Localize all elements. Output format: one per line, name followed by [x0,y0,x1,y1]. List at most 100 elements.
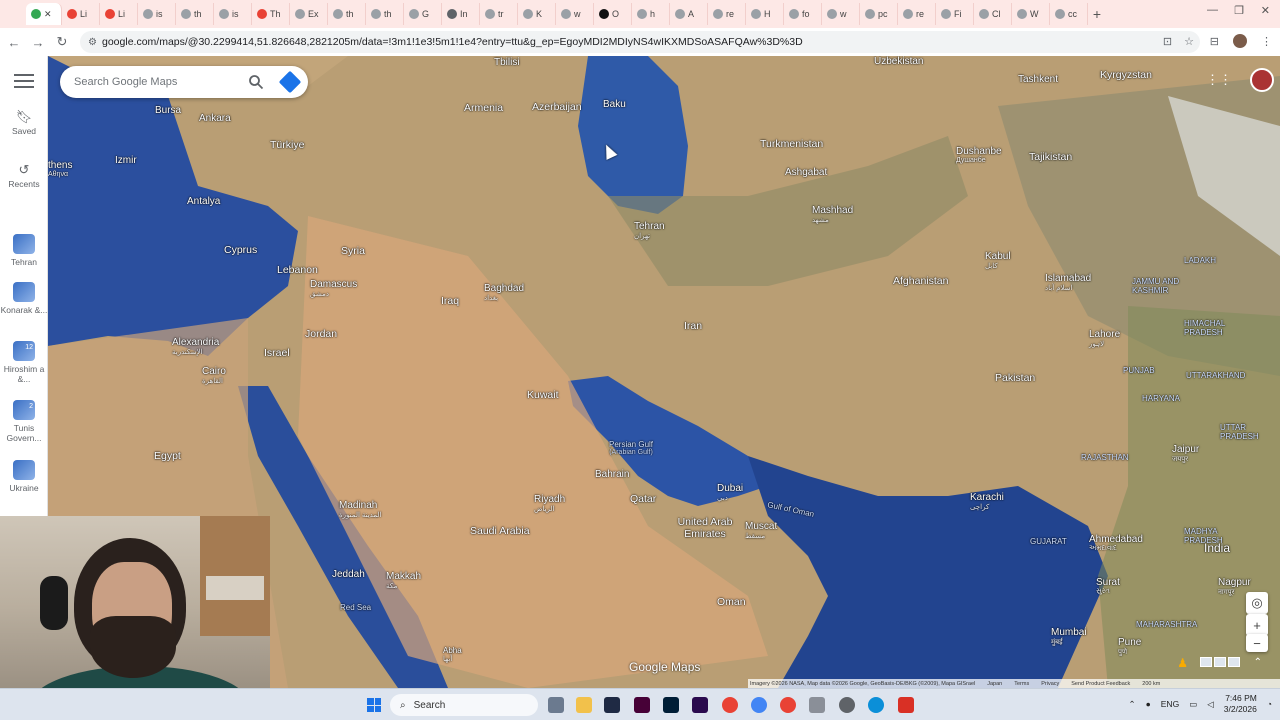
map-label-country[interactable]: Pakistan [995,372,1035,384]
map-label-country[interactable]: Oman [717,596,746,608]
japan-link[interactable]: Japan [987,681,1002,687]
map-label-region[interactable]: JAMMU AND KASHMIR [1132,277,1212,295]
privacy-link[interactable]: Privacy [1041,681,1059,687]
map-label-country[interactable]: Lebanon [277,264,318,276]
map-label-region[interactable]: PUNJAB [1123,366,1155,375]
map-label-city[interactable]: Islamabad اسلام آباد [1045,273,1091,292]
map-label-city[interactable]: Cairo القاهرة [202,366,226,385]
recent-item[interactable]: Tehran [0,234,48,267]
pegman-icon[interactable]: ♟ [1177,656,1188,670]
browser-tab[interactable]: O [594,3,632,25]
terms-link[interactable]: Terms [1014,681,1029,687]
map-label-city[interactable]: Mumbai मुंबई [1051,627,1087,647]
map-label-city[interactable]: Bahrain [595,469,629,480]
map-label-country[interactable]: Israel [264,347,290,359]
map-label-city[interactable]: Tashkent [1018,74,1058,85]
settings-icon[interactable] [839,697,855,713]
map-label-city[interactable]: Dubai دبي [717,483,743,502]
map-label-region[interactable]: LADAKH [1184,256,1216,265]
map-label-city[interactable]: Abha أبها [443,646,462,663]
scale-bar[interactable]: 200 km [1142,681,1160,687]
language-indicator[interactable]: ENG [1161,699,1179,709]
map-label-city[interactable]: Pune पुणे [1118,637,1141,657]
map-label-country[interactable]: Kuwait [527,389,559,401]
map-label-region[interactable]: HARYANA [1142,394,1180,403]
map-label-city[interactable]: Tbilisi [494,57,520,68]
map-label-country[interactable]: Afghanistan [893,275,948,287]
map-label-region[interactable]: RAJASTHAN [1081,453,1129,462]
map-label-country[interactable]: Jordan [305,328,337,340]
edge-icon[interactable] [868,697,884,713]
map-label-city[interactable]: Antalya [187,196,220,207]
map-label-city[interactable]: Lahore لاہور [1089,329,1120,348]
map-label-region[interactable]: MAHARASHTRA [1136,620,1197,629]
recent-item[interactable]: 2 Tunis Govern... [0,400,48,443]
map-label-sea[interactable]: Persian Gulf (Arabian Gulf) [609,440,653,456]
map-label-city[interactable]: Dushanbe Душанбе [956,146,1002,164]
map-label-city[interactable]: thens Αθηνα [48,160,72,178]
browser-tab[interactable]: In [442,3,480,25]
browser-tab[interactable]: Li [62,3,100,25]
layer-thumb[interactable] [1228,657,1240,667]
taskbar-search[interactable]: ⌕ Search [390,694,538,716]
profile-avatar[interactable] [1233,34,1247,48]
browser-tab[interactable]: th [328,3,366,25]
chrome-profile-2-icon[interactable] [780,697,796,713]
browser-tab[interactable]: G [404,3,442,25]
map-label-city[interactable]: Baghdad بغداد [484,283,524,302]
map-label-city[interactable]: Baku [603,99,626,110]
microphone-icon[interactable]: ● [1146,699,1151,709]
task-view-icon[interactable] [548,697,564,713]
bookmark-star-icon[interactable]: ☆ [1184,35,1194,48]
browser-tab[interactable]: W [1012,3,1050,25]
terminal-icon[interactable] [604,697,620,713]
map-label-city[interactable]: Ahmedabad અમદાવાદ [1089,534,1143,553]
notification-bell-icon[interactable]: ◔ [1267,699,1272,709]
map-label-city[interactable]: Tehran تهران [634,221,665,240]
map-label-country[interactable]: Syria [341,245,365,257]
my-location-icon[interactable]: ◎ [1246,592,1268,614]
browser-tab[interactable]: th [176,3,214,25]
layer-thumb[interactable] [1200,657,1212,667]
clock[interactable]: 7:46 PM 3/2/2026 [1224,693,1257,715]
minimize-icon[interactable]: — [1207,4,1218,16]
map-label-country[interactable]: Iran [684,320,702,332]
recent-item[interactable]: Konarak &... [0,282,48,315]
map-label-city[interactable]: Damascus دمشق [310,279,357,298]
network-icon[interactable]: ▭ [1189,699,1197,710]
map-label-region[interactable]: UTTARAKHAND [1186,371,1245,380]
browser-tab[interactable]: H [746,3,784,25]
browser-tab[interactable]: w [822,3,860,25]
address-bar[interactable]: ⚙ google.com/maps/@30.2299414,51.826648,… [80,31,1200,53]
sidebar-item-recents[interactable]: ↺ Recents [0,163,48,189]
map-label-city[interactable]: Bursa [155,105,181,116]
install-app-icon[interactable]: ⊡ [1163,35,1172,48]
tab-search-icon[interactable]: ⊟ [1210,35,1219,48]
app-notification-icon[interactable] [898,697,914,713]
map-label-country[interactable]: Türkiye [270,139,304,151]
forward-arrow-icon[interactable]: → [26,30,50,54]
map-label-city[interactable]: Jeddah [332,569,365,580]
browser-tab[interactable]: re [708,3,746,25]
browser-tab[interactable]: cc [1050,3,1088,25]
map-label-country[interactable]: Armenia [464,102,503,114]
expand-chevron-icon[interactable]: ⌃ [1254,657,1262,668]
zoom-out-button[interactable]: − [1246,634,1268,652]
adobe-xd-icon[interactable] [634,697,650,713]
feedback-link[interactable]: Send Product Feedback [1071,681,1130,687]
browser-tab[interactable]: fo [784,3,822,25]
map-label-city[interactable]: Alexandria الإسكندرية [172,337,219,356]
map-label-city[interactable]: Riyadh الرياض [534,494,565,513]
map-label-city[interactable]: Mashhad مشهد [812,205,853,224]
chrome-icon[interactable] [722,697,738,713]
layer-thumb[interactable] [1214,657,1226,667]
browser-tab[interactable]: is [138,3,176,25]
recent-item[interactable]: Ukraine [0,460,48,493]
sidebar-item-saved[interactable]: 🔖︎ Saved [0,110,48,136]
map-label-region[interactable]: GUJARAT [1030,537,1067,546]
map-label-city[interactable]: Kabul کابل [985,251,1011,270]
browser-tab[interactable]: is [214,3,252,25]
map-label-city[interactable]: Surat સુરત [1096,577,1120,596]
recent-item[interactable]: 12 Hiroshim a &... [0,341,48,384]
tab-google-maps[interactable]: ✕ [26,3,62,25]
